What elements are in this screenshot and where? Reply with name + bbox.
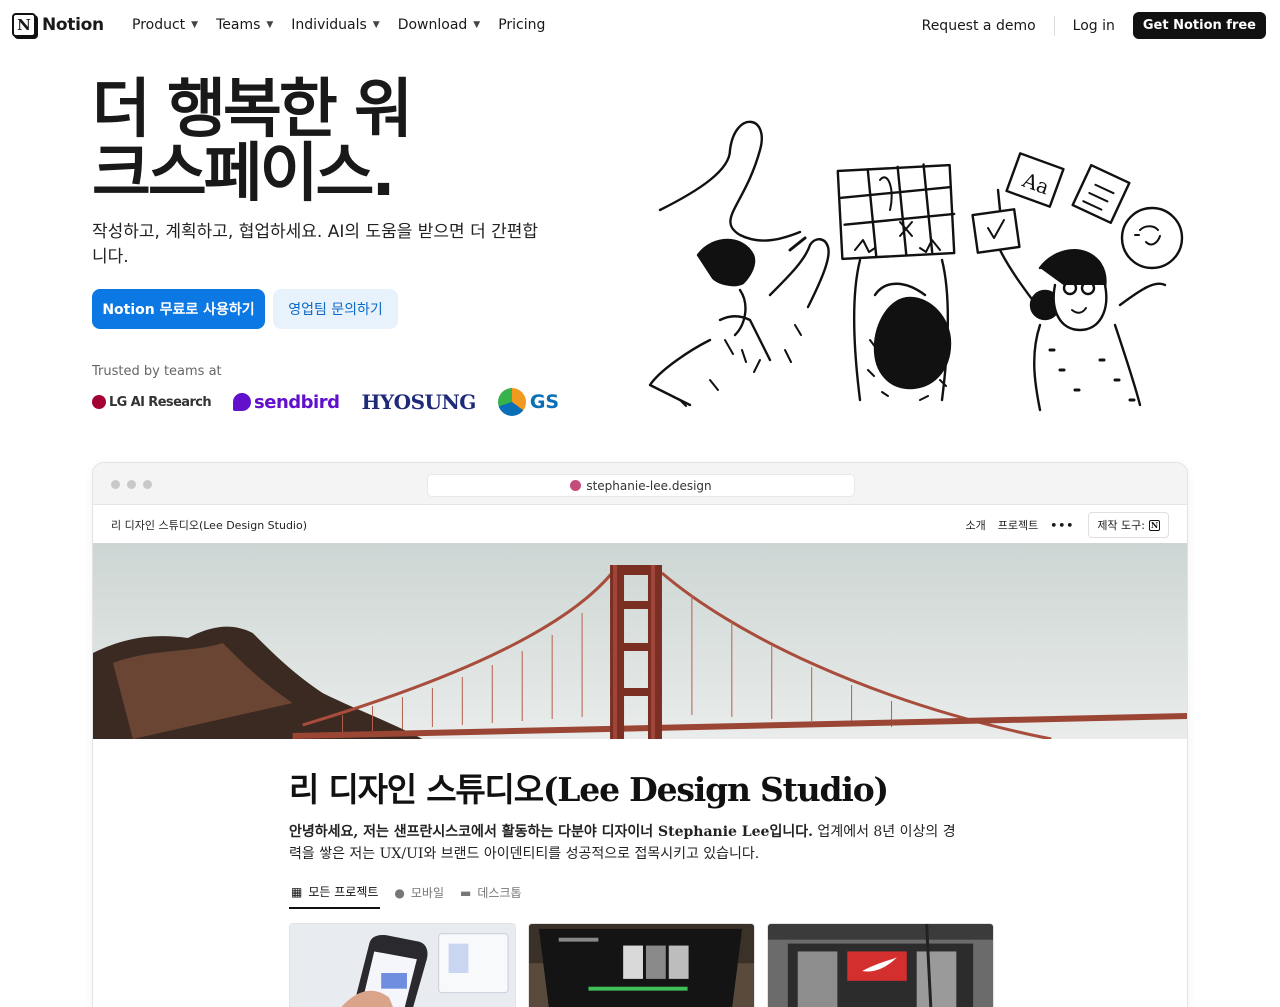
browser-preview: stephanie-lee.design 리 디자인 스튜디오(Lee Desi…: [92, 462, 1188, 1007]
gs-logo: GS: [497, 388, 560, 416]
sendbird-logo-text: sendbird: [254, 391, 340, 413]
site-menu-about[interactable]: 소개: [965, 517, 985, 533]
address-bar[interactable]: stephanie-lee.design: [427, 474, 855, 497]
browser-toolbar: stephanie-lee.design: [93, 463, 1187, 505]
mobile-icon: ●: [394, 885, 405, 900]
nav-teams[interactable]: Teams ▼: [216, 17, 273, 33]
chevron-down-icon: ▼: [473, 20, 481, 30]
lg-logo-icon: [92, 395, 106, 409]
site-name[interactable]: 리 디자인 스튜디오(Lee Design Studio): [111, 517, 307, 533]
made-with-notion-badge[interactable]: 제작 도구: N: [1088, 512, 1169, 538]
site-favicon-icon: [570, 480, 582, 491]
project-tabs: ▦ 모든 프로젝트 ● 모바일 ▬ 데스크톱: [289, 883, 536, 909]
nav-individuals[interactable]: Individuals ▼: [291, 17, 379, 33]
brand[interactable]: N Notion: [12, 13, 104, 37]
nav-divider: [1053, 15, 1055, 36]
page-intro: 안녕하세요, 저는 샌프란시스코에서 활동하는 다분야 디자이너 Stephan…: [289, 821, 959, 865]
project-gallery: [289, 923, 994, 1007]
url-text: stephanie-lee.design: [586, 478, 712, 493]
cover-image: [93, 543, 1187, 739]
nav-product[interactable]: Product ▼: [132, 17, 198, 33]
nav-links: Product ▼ Teams ▼ Individuals ▼ Download ▼ P…: [132, 17, 563, 33]
more-icon[interactable]: •••: [1050, 519, 1074, 532]
notion-logo-icon: N: [12, 13, 36, 37]
brand-name: Notion: [42, 15, 104, 35]
tab-label: 모바일: [410, 886, 445, 900]
chevron-down-icon: ▼: [191, 20, 199, 30]
sendbird-logo: sendbird: [233, 391, 340, 413]
site-menu-projects[interactable]: 프로젝트: [998, 517, 1038, 533]
trusted-by-label: Trusted by teams at: [92, 364, 222, 379]
request-demo-link[interactable]: Request a demo: [922, 13, 1036, 39]
nav-download[interactable]: Download ▼: [398, 17, 481, 33]
chevron-down-icon: ▼: [372, 20, 380, 30]
site-header: 리 디자인 스튜디오(Lee Design Studio) 소개 프로젝트 ••…: [93, 505, 1187, 543]
nav-pricing-label: Pricing: [498, 17, 546, 33]
nav-actions: Request a demo Log in Get Notion free: [922, 12, 1266, 39]
try-notion-free-button[interactable]: Notion 무료로 사용하기: [92, 289, 265, 329]
project-card-mobile-app[interactable]: [289, 923, 516, 1007]
sendbird-logo-icon: [233, 393, 252, 411]
project-card-desktop-app[interactable]: [528, 923, 755, 1007]
top-nav: N Notion Product ▼ Teams ▼ Individuals ▼ Do…: [0, 0, 1280, 52]
hero-subtitle: 작성하고, 계획하고, 협업하세요. AI의 도움을 받으면 더 간편합니다.: [92, 222, 539, 267]
made-with-label: 제작 도구:: [1097, 519, 1145, 532]
tab-desktop[interactable]: ▬ 데스크톱: [458, 883, 524, 909]
tab-label: 데스크톱: [477, 886, 522, 900]
gs-logo-text: GS: [529, 391, 560, 413]
customer-logos: LG AI Research sendbird HYOSUNG GS: [92, 386, 559, 418]
desktop-icon: ▬: [460, 885, 472, 900]
site-menu: 소개 프로젝트 ••• 제작 도구: N: [965, 512, 1169, 538]
lg-ai-research-logo: LG AI Research: [92, 394, 212, 410]
intro-bold: 안녕하세요, 저는 샌프란시스코에서 활동하는 다분야 디자이너 Stephan…: [289, 824, 813, 840]
window-dot-icon: [111, 480, 120, 489]
lg-logo-text: LG AI Research: [109, 394, 212, 410]
login-link[interactable]: Log in: [1073, 18, 1115, 34]
grid-icon: ▦: [291, 884, 303, 899]
window-controls: [111, 480, 152, 489]
tab-label: 모든 프로젝트: [308, 885, 379, 899]
page-title: 리 디자인 스튜디오(Lee Design Studio): [289, 770, 889, 809]
contact-sales-button[interactable]: 영업팀 문의하기: [273, 289, 398, 329]
chevron-down-icon: ▼: [266, 20, 274, 30]
nav-pricing[interactable]: Pricing: [498, 17, 545, 33]
gs-logo-icon: [497, 388, 526, 416]
notion-logo-icon: N: [1149, 519, 1160, 531]
tab-all-projects[interactable]: ▦ 모든 프로젝트: [289, 883, 381, 909]
window-dot-icon: [143, 480, 152, 489]
project-card-storefront[interactable]: [767, 923, 994, 1007]
nav-product-label: Product: [132, 17, 186, 33]
get-notion-free-button[interactable]: Get Notion free: [1132, 12, 1266, 39]
nav-download-label: Download: [397, 17, 468, 33]
window-dot-icon: [127, 480, 136, 489]
nav-individuals-label: Individuals: [291, 17, 367, 33]
hero-illustration: Aa: [648, 120, 1184, 412]
hyosung-logo: HYOSUNG: [361, 390, 476, 414]
hero-title: 더 행복한 워크스페이스.: [92, 73, 413, 211]
nav-teams-label: Teams: [216, 17, 261, 33]
tab-mobile[interactable]: ● 모바일: [392, 883, 446, 909]
